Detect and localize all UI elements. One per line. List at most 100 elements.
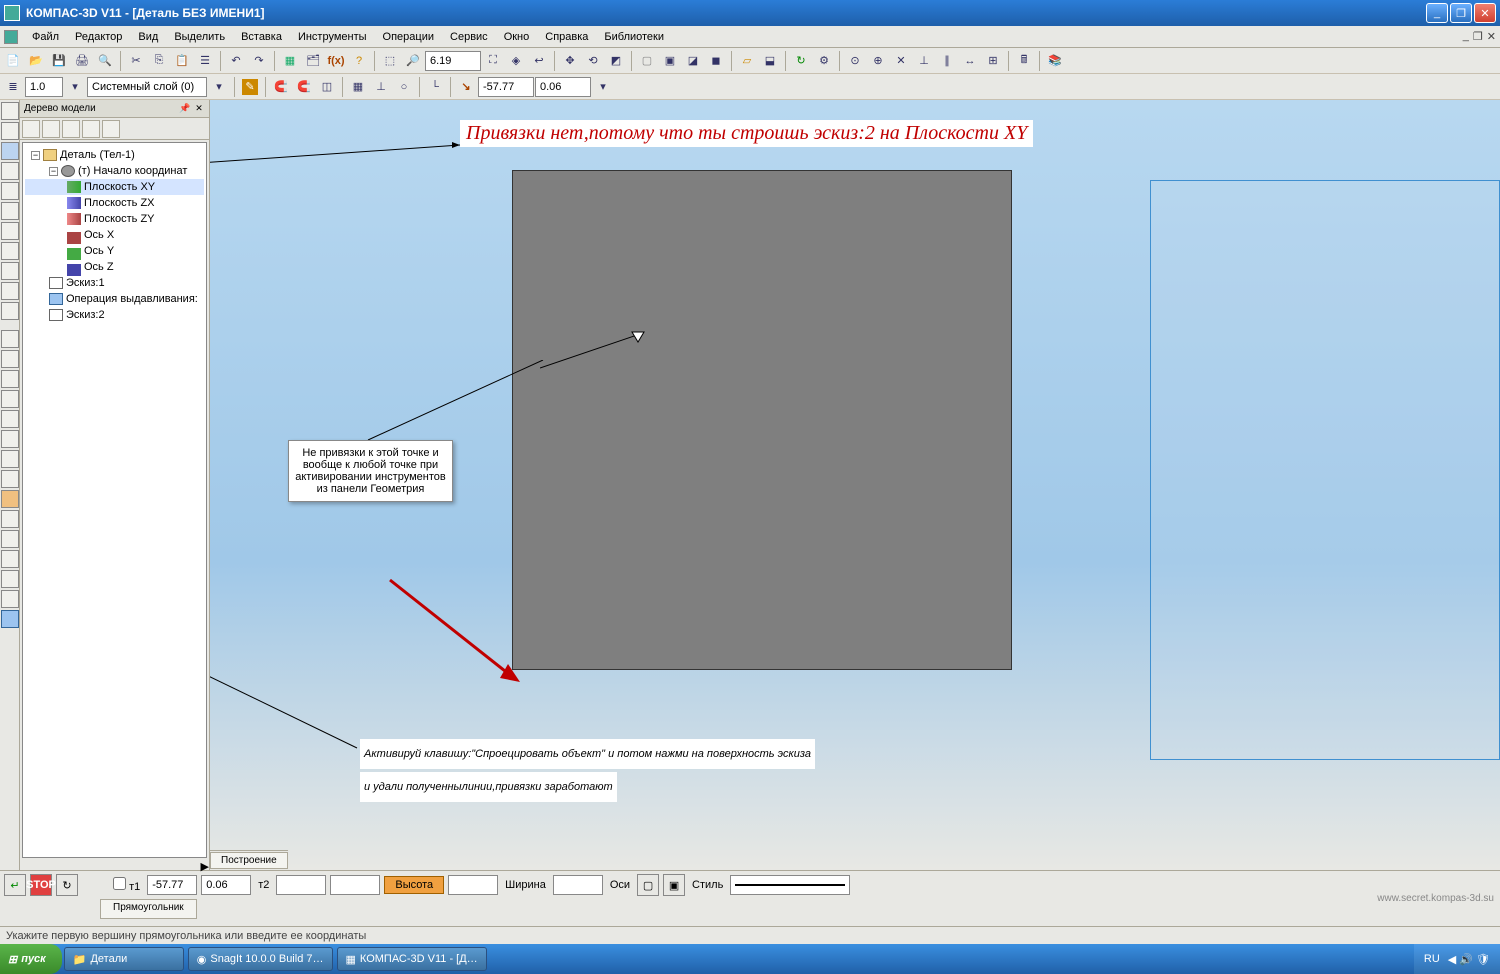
redo-button[interactable]: ↷: [248, 50, 270, 72]
layer-dd-button[interactable]: ▾: [64, 76, 86, 98]
copy-button[interactable]: ⎘: [148, 50, 170, 72]
calc-button[interactable]: 🖩: [1013, 50, 1035, 72]
task-3[interactable]: ▦КОМПАС-3D V11 - [Д…: [337, 947, 487, 971]
cp-b13[interactable]: [1, 570, 19, 588]
cp-b12[interactable]: [1, 550, 19, 568]
tree-tb4[interactable]: [82, 120, 100, 138]
menu-insert[interactable]: Вставка: [233, 29, 290, 45]
cp-b2[interactable]: [1, 350, 19, 368]
properties-button[interactable]: ☰: [194, 50, 216, 72]
sketch-mode-button[interactable]: ✎: [239, 76, 261, 98]
prop-axes2[interactable]: ▣: [663, 874, 685, 896]
sketch-face[interactable]: [512, 170, 1012, 670]
sketch-button[interactable]: ▦: [279, 50, 301, 72]
pan-button[interactable]: ✥: [559, 50, 581, 72]
menu-file[interactable]: Файл: [24, 29, 67, 45]
cp-b7[interactable]: [1, 450, 19, 468]
cp-b3[interactable]: [1, 370, 19, 388]
cp-a4[interactable]: [1, 162, 19, 180]
prop-t1-check[interactable]: [113, 877, 126, 890]
coord-dd[interactable]: ▾: [592, 76, 614, 98]
shaded-button[interactable]: ◪: [682, 50, 704, 72]
tree-pin-icon[interactable]: 📌: [179, 103, 191, 115]
save-button[interactable]: 💾: [48, 50, 70, 72]
ortho-button[interactable]: ⊥: [370, 76, 392, 98]
task-1[interactable]: 📁Детали: [64, 947, 184, 971]
tray-lang[interactable]: RU: [1424, 953, 1440, 965]
system-tray[interactable]: RU ◀ 🔊 🛡: [1414, 944, 1500, 974]
help-button[interactable]: ?: [348, 50, 370, 72]
prop-width-val[interactable]: [553, 875, 603, 895]
zoom-dyn-button[interactable]: 🔎: [402, 50, 424, 72]
cp-a1[interactable]: [1, 102, 19, 120]
shaded-edge-button[interactable]: ◼: [705, 50, 727, 72]
cp-b8[interactable]: [1, 470, 19, 488]
model-tree[interactable]: −Деталь (Тел-1) −(т) Начало координат Пл…: [22, 142, 207, 858]
hidden-button[interactable]: ▣: [659, 50, 681, 72]
snap4-button[interactable]: ⊥: [913, 50, 935, 72]
zoom-value[interactable]: 6.19: [425, 51, 481, 71]
tray-icons[interactable]: ◀ 🔊 🛡: [1448, 953, 1490, 966]
cp-b14[interactable]: [1, 590, 19, 608]
lib1-button[interactable]: 📚: [1044, 50, 1066, 72]
localcs-button[interactable]: └: [424, 76, 446, 98]
coord-y[interactable]: -57.77: [478, 77, 534, 97]
prop-style-val[interactable]: [730, 875, 850, 895]
prop-axes1[interactable]: ▢: [637, 874, 659, 896]
cp-a3[interactable]: [1, 142, 19, 160]
vars-button[interactable]: f(x): [325, 50, 347, 72]
menu-tools[interactable]: Инструменты: [290, 29, 375, 45]
tree-plane-xy[interactable]: Плоскость XY: [25, 179, 204, 195]
tree-tb1[interactable]: [22, 120, 40, 138]
coord-z[interactable]: 0.06: [535, 77, 591, 97]
param-button[interactable]: ◫: [316, 76, 338, 98]
cp-a2[interactable]: [1, 122, 19, 140]
section-button[interactable]: ⬓: [759, 50, 781, 72]
tree-close-icon[interactable]: ✕: [193, 103, 205, 115]
prop-height-button[interactable]: Высота: [384, 876, 444, 894]
tree-origin[interactable]: −(т) Начало координат: [25, 163, 204, 179]
snap1-button[interactable]: ⊙: [844, 50, 866, 72]
cp-a11[interactable]: [1, 302, 19, 320]
tree-axis-x[interactable]: Ось X: [25, 227, 204, 243]
prop-t2-y[interactable]: [330, 875, 380, 895]
tree-sketch1[interactable]: Эскиз:1: [25, 275, 204, 291]
cp-project-object[interactable]: [1, 610, 19, 628]
layer-color-button[interactable]: ▾: [208, 76, 230, 98]
maximize-button[interactable]: ❐: [1450, 3, 1472, 23]
rotate-button[interactable]: ⟲: [582, 50, 604, 72]
cp-b4[interactable]: [1, 390, 19, 408]
grid-button[interactable]: ▦: [347, 76, 369, 98]
round-button[interactable]: ○: [393, 76, 415, 98]
menu-select[interactable]: Выделить: [166, 29, 233, 45]
manager-button[interactable]: 🗂: [302, 50, 324, 72]
tree-axis-y[interactable]: Ось Y: [25, 243, 204, 259]
print-button[interactable]: 🖨: [71, 50, 93, 72]
snap7-button[interactable]: ⊞: [982, 50, 1004, 72]
prev-view-button[interactable]: ↩: [528, 50, 550, 72]
tree-tb2[interactable]: [42, 120, 60, 138]
viewport[interactable]: Привязки нет,потому что ты строишь эскиз…: [210, 100, 1500, 870]
cp-a10[interactable]: [1, 282, 19, 300]
mdi-minimize-icon[interactable]: _: [1463, 30, 1469, 43]
cp-b11[interactable]: [1, 530, 19, 548]
paste-button[interactable]: 📋: [171, 50, 193, 72]
snap6-button[interactable]: ↔: [959, 50, 981, 72]
tab-build[interactable]: Построение: [210, 852, 288, 869]
prop-apply-button[interactable]: ↵: [4, 874, 26, 896]
tree-tb5[interactable]: [102, 120, 120, 138]
layers-button[interactable]: ≣: [2, 76, 24, 98]
cut-button[interactable]: ✂: [125, 50, 147, 72]
menu-libs[interactable]: Библиотеки: [596, 29, 672, 45]
cp-a5[interactable]: [1, 182, 19, 200]
preview-button[interactable]: 🔍: [94, 50, 116, 72]
mdi-close-icon[interactable]: ✕: [1487, 30, 1496, 43]
cp-a6[interactable]: [1, 202, 19, 220]
menu-operations[interactable]: Операции: [375, 29, 442, 45]
cp-a7[interactable]: [1, 222, 19, 240]
cp-b10[interactable]: [1, 510, 19, 528]
prop-tab-rect[interactable]: Прямоугольник: [100, 899, 197, 919]
tree-extrude[interactable]: Операция выдавливания:: [25, 291, 204, 307]
zoom-all-button[interactable]: ◈: [505, 50, 527, 72]
prop-t2-x[interactable]: [276, 875, 326, 895]
